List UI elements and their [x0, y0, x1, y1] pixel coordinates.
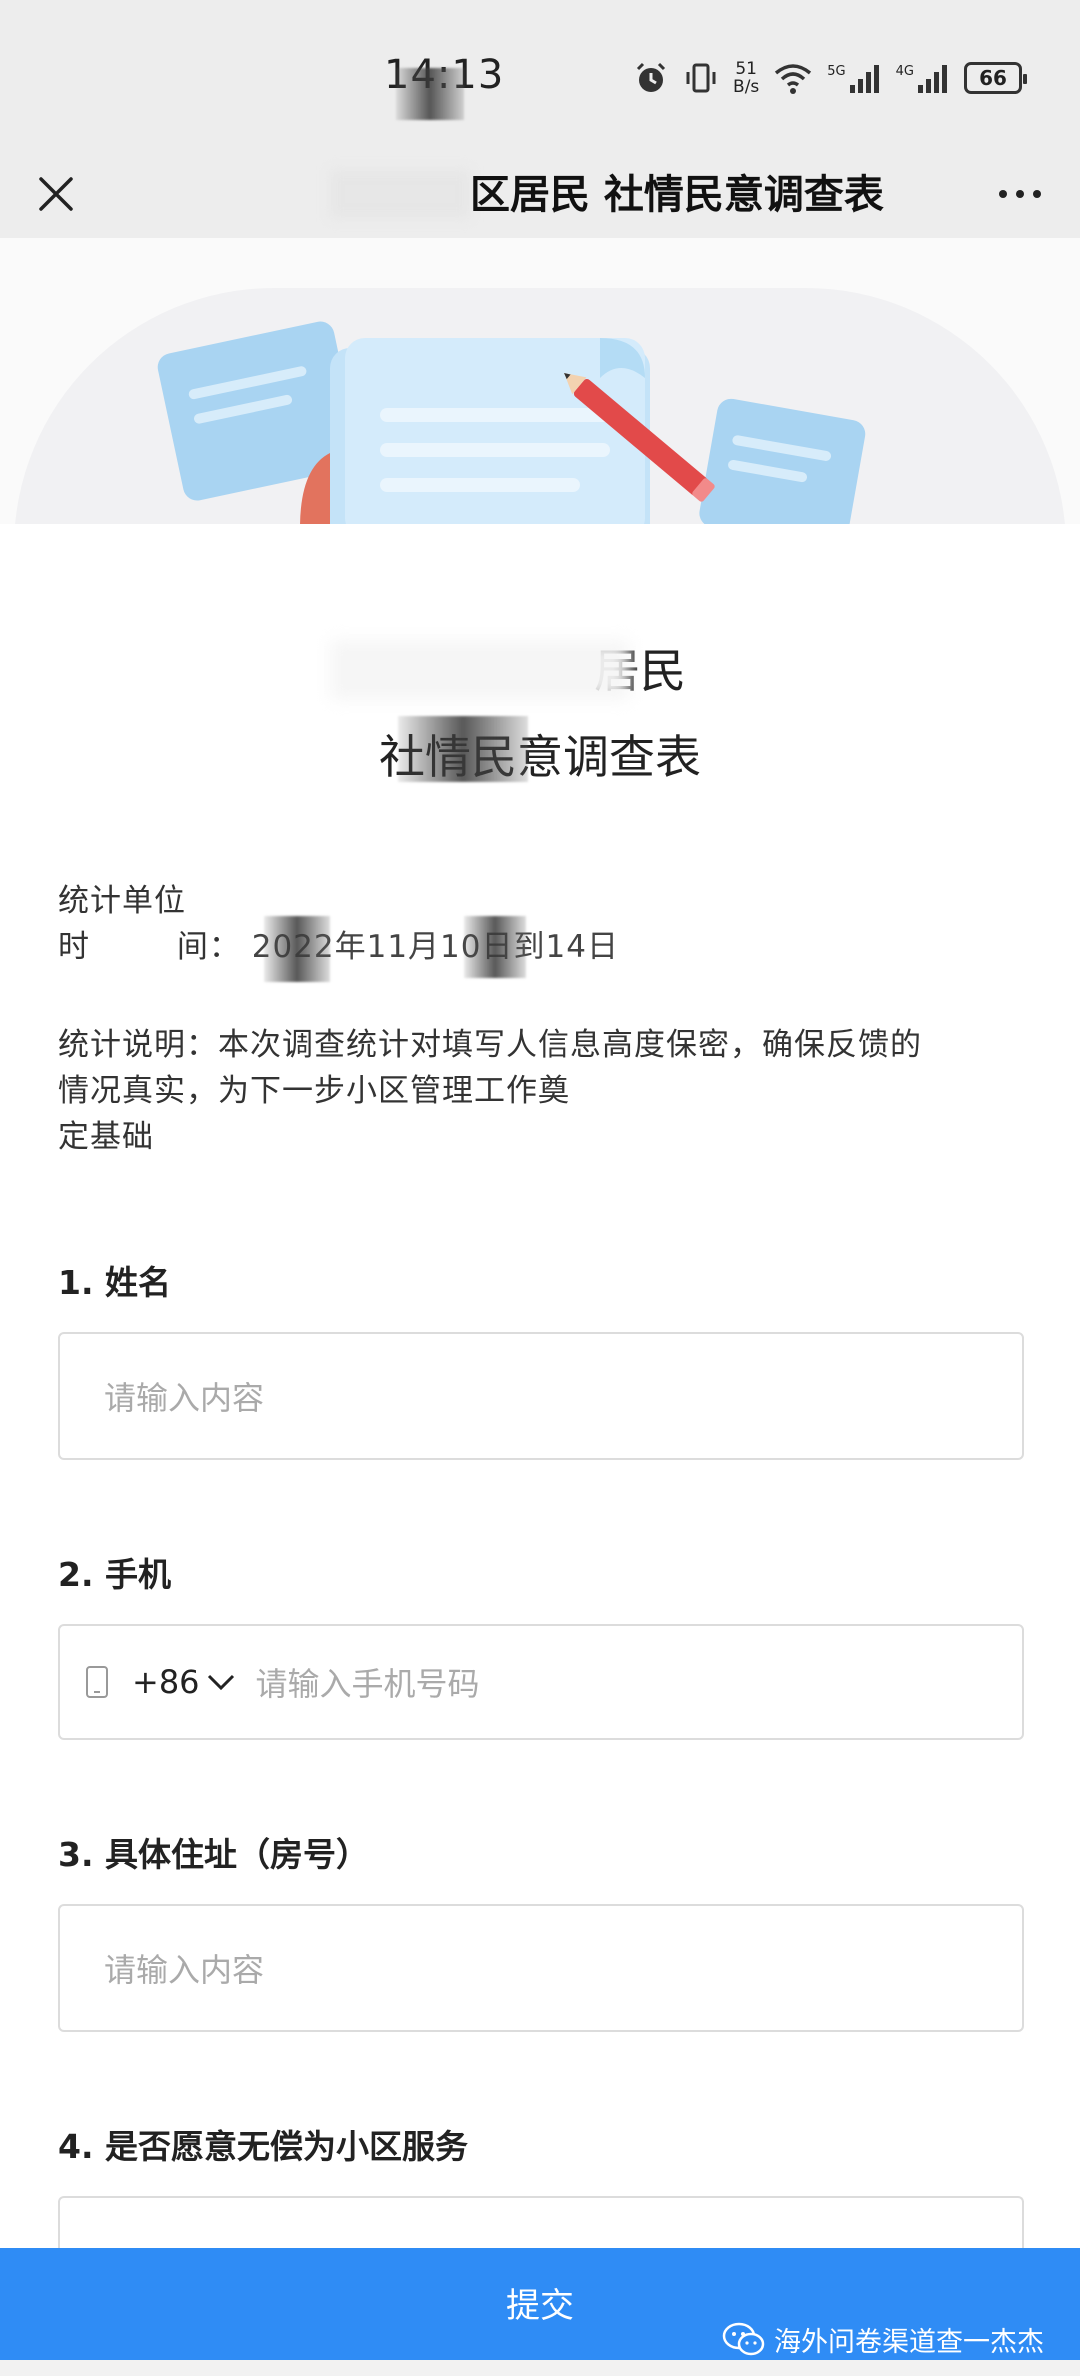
redaction-blur	[396, 68, 464, 120]
question-3-label: 3. 具体住址（房号）	[58, 1835, 369, 1874]
stat-description: 统计说明：本次调查统计对填写人信息高度保密，确保反馈的 情况真实，为下一步小区管…	[58, 1027, 922, 1155]
document-pencil-illustration	[157, 321, 866, 524]
status-bar: 14:13 51 B/s 5G 4G	[0, 0, 1080, 150]
more-dot	[1016, 190, 1024, 198]
survey-title-line2: 社情民意调查表	[379, 730, 701, 784]
more-dot	[999, 190, 1007, 198]
battery-icon: 66	[964, 62, 1027, 94]
phone-input-placeholder: 请输入手机号码	[255, 1665, 480, 1703]
stat-time: 时 间： 2022年11月10日到14日	[58, 929, 619, 965]
address-input[interactable]: 请输入内容	[58, 1904, 1024, 2032]
watermark: 海外问卷渠道查一杰杰	[722, 2320, 1044, 2359]
nav-bar: 区居民 社情民意调查表	[0, 150, 1080, 238]
phone-icon	[86, 1666, 108, 1698]
signal-4g: 4G	[896, 63, 950, 93]
phone-input[interactable]: +86 请输入手机号码	[58, 1624, 1024, 1740]
name-input[interactable]: 请输入内容	[58, 1332, 1024, 1460]
more-options-button[interactable]	[984, 162, 1056, 226]
close-button[interactable]	[24, 162, 88, 226]
signal-bars-icon	[918, 65, 947, 93]
submit-button[interactable]: 提交 海外问卷渠道查一杰杰	[0, 2248, 1080, 2360]
vibrate-icon	[686, 63, 716, 93]
close-icon	[39, 177, 73, 211]
bottom-strip	[0, 2360, 1080, 2376]
country-code-select[interactable]: +86	[132, 1663, 200, 1701]
watermark-text: 海外问卷渠道查一杰杰	[774, 2327, 1044, 2358]
name-input-placeholder: 请输入内容	[104, 1379, 265, 1417]
more-dot	[1033, 190, 1041, 198]
redaction-blur	[330, 640, 630, 700]
stat-unit: 统计单位	[58, 883, 186, 919]
signal-bars-icon	[849, 65, 879, 93]
address-input-placeholder: 请输入内容	[104, 1951, 265, 1989]
question-1-label: 1. 姓名	[58, 1263, 171, 1302]
question-4-label: 4. 是否愿意无偿为小区服务	[58, 2127, 468, 2166]
signal-5g: 5G	[827, 63, 881, 93]
net-speed: 51 B/s	[733, 59, 760, 97]
banner	[0, 238, 1080, 524]
redaction-blur	[464, 916, 526, 978]
page-title: 区居民 社情民意调查表	[470, 172, 884, 218]
status-icons: 51 B/s 5G 4G 66	[633, 56, 1027, 100]
chevron-down-icon[interactable]	[206, 1667, 236, 1697]
wifi-icon	[775, 64, 812, 94]
alarm-icon	[636, 62, 666, 92]
redaction-blur	[330, 170, 470, 218]
wechat-icon	[722, 2322, 765, 2355]
question-2-label: 2. 手机	[58, 1555, 171, 1594]
redaction-blur	[398, 716, 528, 782]
redaction-blur	[264, 916, 330, 982]
